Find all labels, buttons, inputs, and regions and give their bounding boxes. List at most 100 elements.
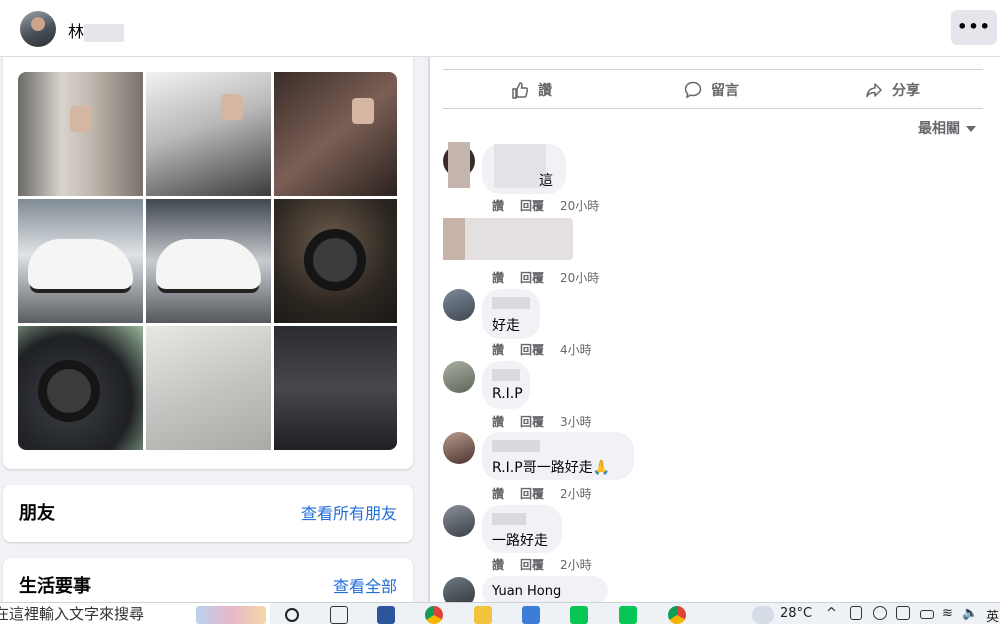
temperature-text[interactable]: 28°C bbox=[780, 606, 812, 621]
chrome-icon[interactable] bbox=[668, 606, 686, 624]
friends-card: 朋友 查看所有朋友 bbox=[3, 485, 413, 542]
profile-name[interactable]: 林 bbox=[68, 18, 125, 42]
blurred-face bbox=[221, 94, 243, 120]
word-icon[interactable] bbox=[377, 606, 395, 624]
like-label: 讚 bbox=[538, 83, 552, 99]
comment-text: 這 bbox=[539, 173, 553, 189]
chevron-up-icon[interactable]: ^ bbox=[826, 606, 837, 621]
divider bbox=[443, 108, 983, 109]
share-button[interactable]: 分享 bbox=[864, 78, 920, 102]
commenter-avatar[interactable] bbox=[443, 289, 475, 321]
caret-down-icon bbox=[966, 126, 976, 132]
comment-time[interactable]: 3小時 bbox=[560, 413, 592, 430]
thumbs-up-icon bbox=[512, 82, 529, 99]
pixelated-name bbox=[492, 297, 530, 309]
life-events-title: 生活要事 bbox=[19, 576, 91, 597]
comment-time[interactable]: 4小時 bbox=[560, 341, 592, 358]
friends-title: 朋友 bbox=[19, 503, 55, 524]
input-language[interactable]: 英 bbox=[986, 606, 999, 624]
weather-cloud-icon[interactable] bbox=[752, 606, 774, 624]
comment-meta: 讚 回覆 3小時 bbox=[492, 413, 592, 430]
comment-like-link[interactable]: 讚 bbox=[492, 413, 504, 430]
camera-icon[interactable] bbox=[850, 606, 862, 620]
pixelated-area bbox=[448, 142, 470, 188]
commenter-avatar[interactable] bbox=[443, 361, 475, 393]
comment-bubble: R.I.P bbox=[482, 361, 530, 409]
photo-thumbnail[interactable] bbox=[18, 199, 143, 323]
comment-reply-link[interactable]: 回覆 bbox=[520, 341, 544, 358]
comment-meta: 讚 回覆 2小時 bbox=[492, 485, 592, 502]
commenter-avatar[interactable] bbox=[443, 432, 475, 464]
pixelated-avatar bbox=[443, 218, 465, 260]
photo-thumbnail[interactable] bbox=[18, 326, 143, 450]
comment-bubble: 一路好走 bbox=[482, 505, 562, 553]
comment-reply-link[interactable]: 回覆 bbox=[520, 485, 544, 502]
commenter-name[interactable]: Yuan Hong bbox=[492, 584, 561, 599]
comment-reply-link[interactable]: 回覆 bbox=[520, 197, 544, 214]
line-icon[interactable] bbox=[619, 606, 637, 624]
photo-thumbnail[interactable] bbox=[274, 326, 397, 450]
like-button[interactable]: 讚 bbox=[510, 78, 552, 102]
search-highlight-image[interactable] bbox=[196, 606, 266, 624]
comment-reply-link[interactable]: 回覆 bbox=[520, 556, 544, 573]
sort-dropdown[interactable]: 最相關 bbox=[918, 118, 976, 138]
photo-thumbnail[interactable] bbox=[274, 72, 397, 196]
commenter-avatar[interactable] bbox=[443, 505, 475, 537]
comment-like-link[interactable]: 讚 bbox=[492, 341, 504, 358]
widgets-icon[interactable] bbox=[330, 606, 348, 624]
see-all-life-events-link[interactable]: 查看全部 bbox=[333, 573, 397, 597]
comment-time[interactable]: 2小時 bbox=[560, 485, 592, 502]
comment-text: 一路好走 bbox=[492, 533, 548, 549]
blurred-face bbox=[352, 98, 374, 124]
task-view-icon[interactable] bbox=[284, 607, 300, 623]
comment-like-link[interactable]: 讚 bbox=[492, 556, 504, 573]
photo-grid bbox=[18, 72, 397, 450]
store-icon[interactable] bbox=[522, 606, 540, 624]
search-placeholder: 在這裡輸入文字來搜尋 bbox=[0, 605, 145, 623]
comment-bubble: 好走 bbox=[482, 289, 540, 339]
car-image bbox=[156, 239, 261, 289]
comment-time[interactable]: 20小時 bbox=[560, 269, 599, 286]
more-options-button[interactable]: ••• bbox=[951, 10, 997, 45]
comment-like-link[interactable]: 讚 bbox=[492, 269, 504, 286]
steering-wheel-image bbox=[304, 229, 366, 291]
volume-icon[interactable]: 🔈 bbox=[962, 606, 978, 621]
comment-reply-link[interactable]: 回覆 bbox=[520, 269, 544, 286]
profile-header-bar: 林 ••• bbox=[0, 0, 1000, 57]
photo-thumbnail[interactable] bbox=[274, 199, 397, 323]
comment-like-link[interactable]: 讚 bbox=[492, 485, 504, 502]
divider bbox=[443, 69, 983, 70]
pixelated-name bbox=[492, 440, 540, 452]
file-explorer-icon[interactable] bbox=[474, 606, 492, 624]
profile-avatar[interactable] bbox=[20, 11, 56, 47]
see-all-friends-link[interactable]: 查看所有朋友 bbox=[301, 500, 397, 524]
comment-label: 留言 bbox=[711, 83, 739, 99]
battery-icon[interactable] bbox=[920, 610, 934, 619]
comment-text: R.I.P哥一路好走🙏 bbox=[492, 460, 611, 476]
comment-like-link[interactable]: 讚 bbox=[492, 197, 504, 214]
pixelated-name bbox=[492, 369, 520, 381]
comment-time[interactable]: 2小時 bbox=[560, 556, 592, 573]
comment-icon bbox=[684, 81, 702, 99]
line-icon[interactable] bbox=[570, 606, 588, 624]
pixelated-name bbox=[492, 513, 526, 525]
screen-icon[interactable] bbox=[896, 606, 910, 620]
wifi-icon[interactable]: ≋ bbox=[942, 606, 953, 621]
cloud-sync-icon[interactable] bbox=[873, 606, 887, 620]
photo-thumbnail[interactable] bbox=[146, 326, 271, 450]
windows-taskbar: 在這裡輸入文字來搜尋 28°C ^ ≋ 🔈 英 bbox=[0, 602, 1000, 624]
comment-time[interactable]: 20小時 bbox=[560, 197, 599, 214]
comment-text: 好走 bbox=[492, 318, 520, 334]
blurred-face bbox=[70, 106, 92, 132]
comment-reply-link[interactable]: 回覆 bbox=[520, 413, 544, 430]
comment-button[interactable]: 留言 bbox=[683, 78, 739, 102]
photo-thumbnail[interactable] bbox=[146, 72, 271, 196]
photo-thumbnail[interactable] bbox=[18, 72, 143, 196]
comment-meta: 讚 回覆 4小時 bbox=[492, 341, 592, 358]
chrome-icon[interactable] bbox=[425, 606, 443, 624]
steering-wheel-image bbox=[38, 360, 100, 422]
comment-meta: 讚 回覆 20小時 bbox=[492, 269, 599, 286]
car-image bbox=[28, 239, 133, 289]
photo-thumbnail[interactable] bbox=[146, 199, 271, 323]
comment-bubble: 這 bbox=[482, 144, 566, 194]
